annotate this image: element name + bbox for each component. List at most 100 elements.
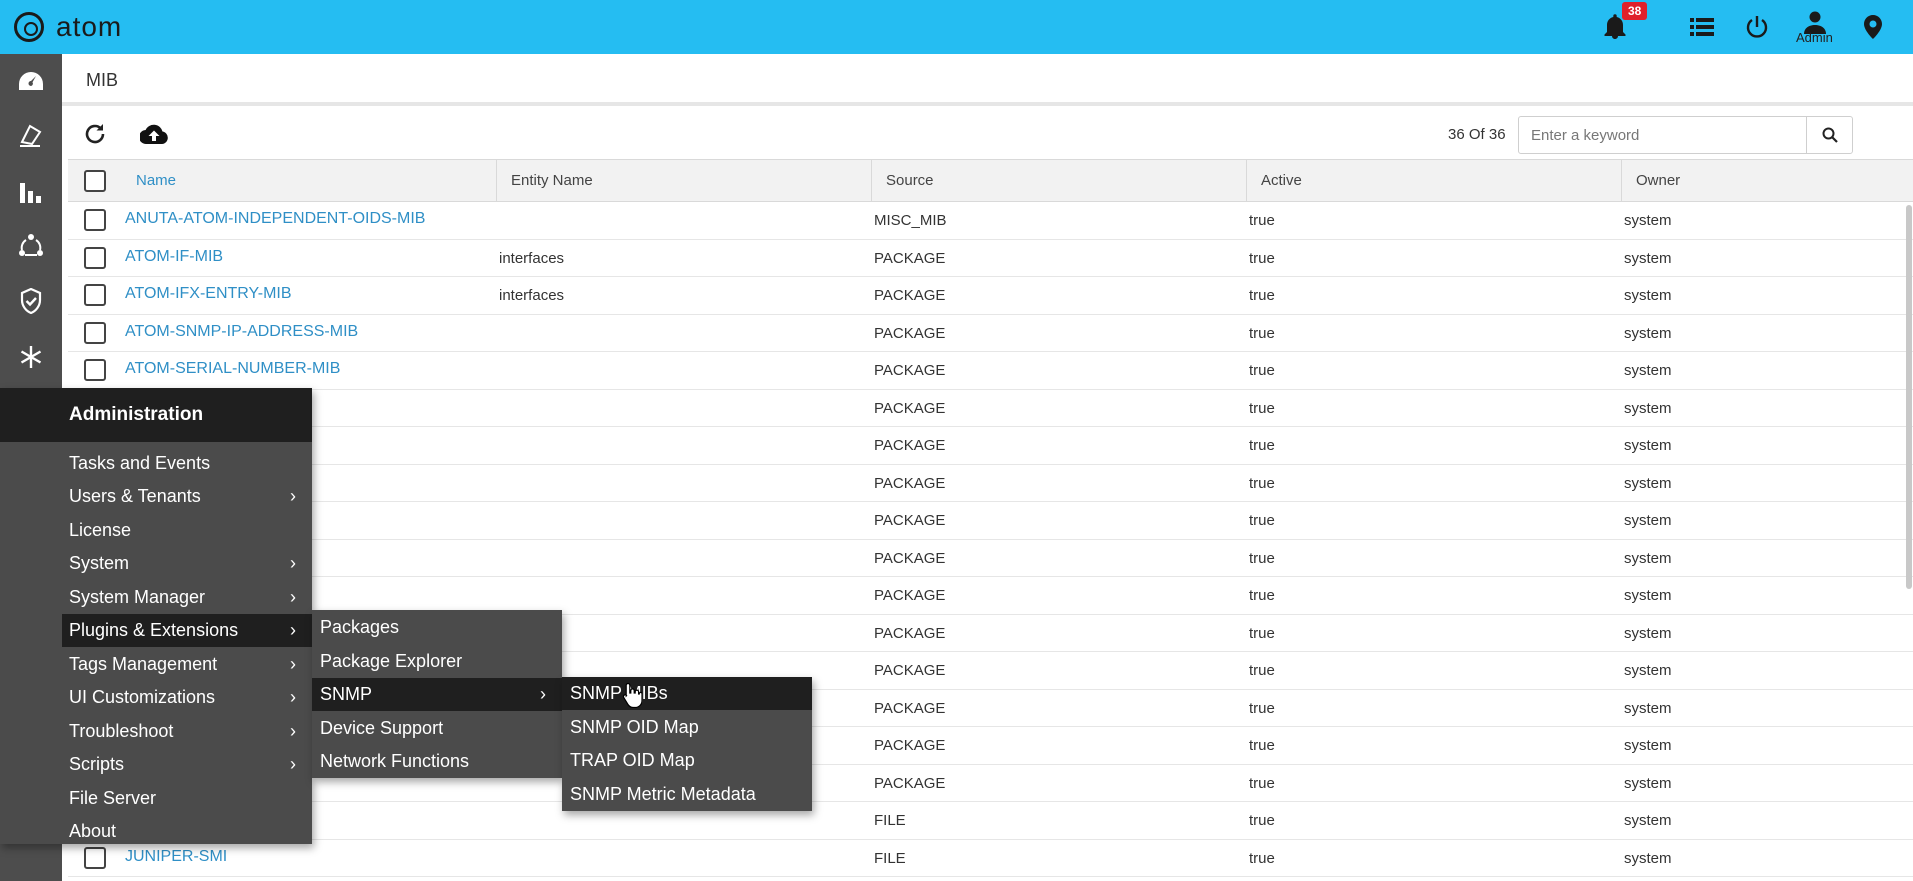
menu-item-label: License — [69, 520, 132, 540]
active-cell: true — [1249, 662, 1275, 679]
active-cell: true — [1249, 362, 1275, 379]
list-icon[interactable] — [1683, 8, 1721, 46]
security-icon[interactable] — [0, 275, 62, 327]
table-row[interactable]: GHBORS-MIBPACKAGEtruesystem — [68, 540, 1913, 577]
table-row[interactable]: ATOM-SERIAL-NUMBER-MIB PACKAGE true system — [68, 352, 1913, 390]
menu-item-label: System Manager — [69, 587, 206, 607]
active-cell: true — [1249, 849, 1275, 867]
mib-name-link[interactable]: ATOM-IF-MIB — [125, 240, 223, 277]
row-checkbox[interactable] — [84, 846, 106, 869]
menu-item-tasks-and-events[interactable]: Tasks and Events — [62, 447, 312, 480]
menu-header: Administration — [0, 388, 312, 442]
topology-icon[interactable] — [0, 220, 62, 272]
menu-item-about[interactable]: About — [62, 815, 312, 848]
snowflake-icon[interactable] — [0, 331, 62, 383]
owner-cell: system — [1624, 474, 1672, 492]
refresh-icon[interactable] — [78, 118, 112, 150]
top-bar: atom 38 Admin — [0, 0, 1913, 54]
table-row[interactable]: ATOM-IFX-ENTRY-MIB interfaces PACKAGE true s… — [68, 277, 1913, 315]
row-checkbox[interactable] — [84, 359, 106, 381]
owner-cell: system — [1624, 587, 1672, 604]
source-cell: PACKAGE — [874, 662, 946, 679]
table-row[interactable]: -NEIGHBORS-MIBPACKAGEtruesystem — [68, 577, 1913, 615]
row-checkbox[interactable] — [84, 321, 106, 344]
column-header-source[interactable]: Source — [871, 160, 1246, 202]
menu-item-tags-management[interactable]: Tags Management › — [62, 648, 312, 681]
active-cell: true — [1249, 587, 1275, 604]
submenu-item-snmp-metric-metadata[interactable]: SNMP Metric Metadata — [562, 778, 812, 811]
devices-icon[interactable] — [0, 109, 62, 161]
mib-name-link[interactable]: ATOM-IFX-ENTRY-MIB — [125, 277, 292, 314]
owner-cell: system — [1624, 549, 1672, 567]
source-cell: FILE — [874, 812, 906, 829]
upload-cloud-icon[interactable] — [137, 118, 171, 150]
table-row[interactable]: JUNIPER-SMI FILE true system — [68, 840, 1913, 877]
row-checkbox[interactable] — [84, 246, 106, 269]
select-all-checkbox[interactable] — [84, 170, 106, 192]
table-row[interactable]: ATOM-SNMP-IP-ADDRESS-MIB PACKAGE true syste… — [68, 315, 1913, 352]
table-row[interactable]: PACKAGE true system — [68, 390, 1913, 427]
menu-item-troubleshoot[interactable]: Troubleshoot › — [62, 715, 312, 748]
active-cell: true — [1249, 737, 1275, 754]
mib-name-link[interactable]: ATOM-SNMP-IP-ADDRESS-MIB — [125, 315, 358, 352]
submenu-item-network-functions[interactable]: Network Functions — [312, 745, 562, 778]
page-header: MIB — [62, 54, 1913, 106]
submenu-item-snmp[interactable]: SNMP › — [312, 678, 562, 711]
submenu-item-snmp-mibs[interactable]: SNMP MIBs — [562, 677, 812, 710]
location-icon[interactable] — [1854, 8, 1892, 46]
snmp-submenu: SNMP MIBs SNMP OID Map TRAP OID Map SNMP Me… — [562, 677, 812, 811]
user-label[interactable]: Admin — [1796, 30, 1833, 45]
table-row[interactable]: ATOM-IF-MIB interfaces PACKAGE true system — [68, 240, 1913, 277]
column-header-active[interactable]: Active — [1246, 160, 1621, 202]
result-count: 36 Of 36 — [1448, 126, 1506, 143]
active-cell: true — [1249, 699, 1275, 717]
power-icon[interactable] — [1738, 8, 1776, 46]
table-row[interactable]: FILE true system — [68, 802, 1913, 840]
row-checkbox[interactable] — [84, 209, 106, 231]
owner-cell: system — [1624, 849, 1672, 867]
submenu-item-label: Packages — [320, 617, 400, 637]
submenu-item-device-support[interactable]: Device Support — [312, 712, 562, 745]
search-box — [1518, 116, 1853, 154]
submenu-item-package-explorer[interactable]: Package Explorer — [312, 645, 562, 678]
toolbar: 36 Of 36 — [62, 108, 1913, 160]
table-row[interactable]: PACKAGE true system — [68, 427, 1913, 465]
menu-item-system[interactable]: System › — [62, 547, 312, 580]
analytics-icon[interactable] — [0, 165, 62, 217]
mib-name-link[interactable]: ATOM-SERIAL-NUMBER-MIB — [125, 352, 340, 389]
menu-item-users-tenants[interactable]: Users & Tenants › — [62, 480, 312, 513]
app-logo[interactable]: atom — [14, 7, 122, 47]
column-header-owner[interactable]: Owner — [1621, 160, 1913, 202]
table-row[interactable]: ANUTA-ATOM-INDEPENDENT-OIDS-MIB MISC_MIB t… — [68, 202, 1913, 240]
active-cell: true — [1249, 399, 1275, 417]
menu-item-label: File Server — [69, 788, 157, 808]
mib-name-link[interactable]: ANUTA-ATOM-INDEPENDENT-OIDS-MIB — [125, 202, 425, 239]
menu-item-license[interactable]: License — [62, 514, 312, 547]
table-row[interactable]: IBPACKAGEtruesystem — [68, 465, 1913, 502]
submenu-item-packages[interactable]: Packages — [312, 611, 562, 644]
owner-cell: system — [1624, 624, 1672, 642]
table-row[interactable]: HBORS-MIBPACKAGEtruesystem — [68, 502, 1913, 540]
menu-item-file-server[interactable]: File Server — [62, 782, 312, 815]
search-input[interactable] — [1519, 117, 1806, 153]
submenu-item-label: SNMP MIBs — [570, 683, 668, 703]
menu-item-plugins-extensions[interactable]: Plugins & Extensions › — [62, 614, 312, 647]
row-checkbox[interactable] — [84, 284, 106, 306]
owner-cell: system — [1624, 699, 1672, 717]
owner-cell: system — [1624, 362, 1672, 379]
search-icon — [1822, 127, 1838, 143]
owner-cell: system — [1624, 662, 1672, 679]
menu-item-scripts[interactable]: Scripts › — [62, 748, 312, 781]
page-title: MIB — [86, 70, 119, 90]
submenu-item-label: SNMP Metric Metadata — [570, 783, 756, 804]
column-header-entity-name[interactable]: Entity Name — [496, 160, 871, 202]
menu-item-ui-customizations[interactable]: UI Customizations › — [62, 681, 312, 714]
dashboard-icon[interactable] — [0, 55, 62, 107]
submenu-item-snmp-oid-map[interactable]: SNMP OID Map — [562, 711, 812, 744]
menu-item-system-manager[interactable]: System Manager › — [62, 581, 312, 614]
table-scrollbar[interactable] — [1906, 205, 1912, 589]
chevron-right-icon: › — [290, 620, 296, 640]
submenu-item-trap-oid-map[interactable]: TRAP OID Map — [562, 744, 812, 777]
search-button[interactable] — [1806, 117, 1852, 153]
owner-cell: system — [1624, 287, 1672, 304]
